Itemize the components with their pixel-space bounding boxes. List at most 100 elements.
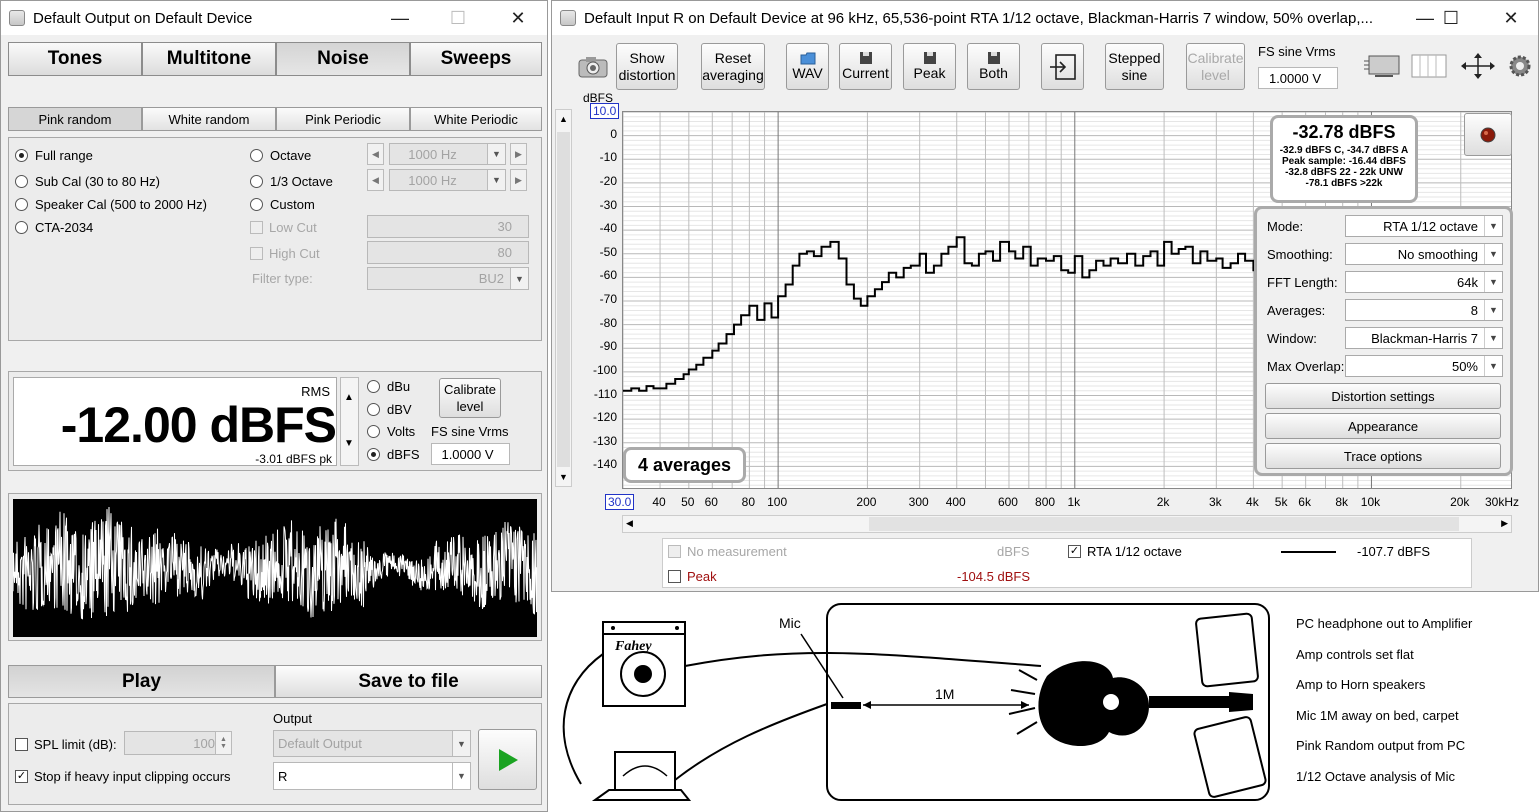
- scroll-up-icon[interactable]: ▲: [559, 114, 568, 124]
- fs-sine-input[interactable]: 1.0000 V: [1258, 67, 1338, 89]
- tab-noise[interactable]: Noise: [276, 42, 410, 76]
- wav-button[interactable]: WAV: [786, 43, 829, 90]
- peak-button[interactable]: Peak: [903, 43, 956, 90]
- scrollbar-thumb[interactable]: [557, 132, 570, 467]
- radio-dbv[interactable]: dBV: [367, 402, 412, 417]
- setting-select[interactable]: 64k ▼: [1345, 271, 1503, 293]
- layout-graph-icon[interactable]: [1363, 53, 1401, 79]
- stepped-sine-button[interactable]: Stepped sine: [1105, 43, 1164, 90]
- show-distortion-button[interactable]: Show distortion: [616, 43, 678, 90]
- tab-white-periodic[interactable]: White Periodic: [410, 107, 542, 131]
- calibrate-level-button[interactable]: Calibrate level: [439, 378, 501, 418]
- filter-type-select[interactable]: BU2: [367, 267, 529, 290]
- output-channel-select[interactable]: R: [273, 762, 471, 790]
- chevron-down-icon[interactable]: ▼: [1484, 272, 1502, 292]
- high-cut-input[interactable]: 80: [367, 241, 529, 264]
- radio-speaker-cal[interactable]: Speaker Cal (500 to 2000 Hz): [15, 197, 207, 212]
- save-to-file-button[interactable]: Save to file: [275, 665, 542, 698]
- horizontal-scrollbar[interactable]: ◀ ▶: [622, 515, 1512, 533]
- peak-checkbox[interactable]: Peak: [668, 569, 717, 584]
- vertical-scrollbar[interactable]: ▲ ▼: [555, 109, 572, 487]
- rta-checkbox[interactable]: ✓ RTA 1/12 octave: [1068, 544, 1182, 559]
- maximize-icon[interactable]: ☐: [435, 1, 481, 35]
- maximize-icon[interactable]: ☐: [1428, 1, 1474, 35]
- chevron-down-icon[interactable]: ▼: [1484, 244, 1502, 264]
- output-device-dropdown-icon[interactable]: ▼: [452, 731, 470, 756]
- spl-limit-checkbox[interactable]: SPL limit (dB):: [15, 737, 117, 752]
- setting-select[interactable]: 8 ▼: [1345, 299, 1503, 321]
- output-device-select[interactable]: Default Output: [273, 730, 471, 757]
- setting-select[interactable]: Blackman-Harris 7 ▼: [1345, 327, 1503, 349]
- setting-select[interactable]: No smoothing ▼: [1345, 243, 1503, 265]
- tab-sweeps[interactable]: Sweeps: [410, 42, 542, 76]
- trace-options-button[interactable]: Trace options: [1265, 443, 1501, 469]
- freq2-right-arrow[interactable]: ▶: [510, 169, 527, 191]
- radio-third-octave[interactable]: 1/3 Octave: [250, 174, 333, 189]
- fs-sine-input[interactable]: 1.0000 V: [431, 443, 510, 465]
- radio-octave[interactable]: Octave: [250, 148, 311, 163]
- tab-multitone[interactable]: Multitone: [142, 42, 276, 76]
- play-button[interactable]: [478, 729, 537, 790]
- radio-full-range[interactable]: Full range: [15, 148, 93, 163]
- record-button[interactable]: [1464, 113, 1512, 156]
- camera-icon[interactable]: [578, 55, 608, 79]
- spl-limit-input[interactable]: 100: [124, 731, 224, 755]
- low-cut-input[interactable]: 30: [367, 215, 529, 238]
- stop-clipping-checkbox[interactable]: ✓ Stop if heavy input clipping occurs: [15, 769, 231, 784]
- appearance-button[interactable]: Appearance: [1265, 413, 1501, 439]
- freq1-right-arrow[interactable]: ▶: [510, 143, 527, 165]
- scroll-down-icon[interactable]: ▼: [559, 472, 568, 482]
- scrollbar-thumb[interactable]: [869, 517, 1459, 531]
- close-icon[interactable]: ✕: [1488, 1, 1534, 35]
- scroll-left-icon[interactable]: ◀: [626, 518, 633, 529]
- setting-row: Window: Blackman-Harris 7 ▼: [1267, 327, 1503, 351]
- radio-dbfs[interactable]: dBFS: [367, 447, 420, 462]
- filter-type-dropdown-icon[interactable]: ▼: [510, 268, 528, 289]
- y-top-label[interactable]: 10.0: [590, 103, 620, 119]
- chevron-down-icon[interactable]: ▼: [1484, 300, 1502, 320]
- current-button[interactable]: Current: [839, 43, 892, 90]
- chevron-down-icon[interactable]: ▼: [1484, 216, 1502, 236]
- distortion-settings-button[interactable]: Distortion settings: [1265, 383, 1501, 409]
- radio-dbu[interactable]: dBu: [367, 379, 410, 394]
- output-titlebar: Default Output on Default Device — ☐ ✕: [1, 1, 547, 35]
- tab-pink-random[interactable]: Pink random: [8, 107, 142, 131]
- calibrate-level-button[interactable]: Calibrate level: [1186, 43, 1245, 90]
- both-button[interactable]: Both: [967, 43, 1020, 90]
- spl-limit-spinner[interactable]: ▲ ▼: [215, 731, 232, 755]
- scroll-up-icon[interactable]: ▲: [344, 392, 354, 403]
- freq1-dropdown-icon[interactable]: ▼: [487, 144, 505, 164]
- reset-averaging-button[interactable]: Reset averaging: [701, 43, 765, 90]
- tab-white-random[interactable]: White random: [142, 107, 276, 131]
- tab-tones[interactable]: Tones: [8, 42, 142, 76]
- level-scrollbar[interactable]: ▲ ▼: [340, 377, 359, 466]
- tab-pink-periodic[interactable]: Pink Periodic: [276, 107, 410, 131]
- minimize-icon[interactable]: —: [377, 1, 423, 35]
- freq1-left-arrow[interactable]: ◀: [367, 143, 384, 165]
- freq2-left-arrow[interactable]: ◀: [367, 169, 384, 191]
- export-button[interactable]: [1041, 43, 1084, 90]
- chevron-down-icon[interactable]: ▼: [1484, 356, 1502, 376]
- x-first-label[interactable]: 30.0: [605, 494, 635, 510]
- scroll-right-icon[interactable]: ▶: [1501, 518, 1508, 529]
- horn-speaker-top: [1195, 612, 1259, 688]
- radio-cta-2034[interactable]: CTA-2034: [15, 220, 93, 235]
- peak-label: Peak: [913, 65, 946, 81]
- high-cut-checkbox[interactable]: High Cut: [250, 246, 320, 261]
- freq2-dropdown-icon[interactable]: ▼: [487, 170, 505, 190]
- layout-columns-icon[interactable]: [1410, 53, 1448, 79]
- output-channel-dropdown-icon[interactable]: ▼: [452, 763, 470, 789]
- close-icon[interactable]: ✕: [495, 1, 541, 35]
- radio-custom[interactable]: Custom: [250, 197, 315, 212]
- play-tab-button[interactable]: Play: [8, 665, 275, 698]
- low-cut-checkbox[interactable]: Low Cut: [250, 220, 317, 235]
- scroll-down-icon[interactable]: ▼: [344, 438, 354, 449]
- radio-volts[interactable]: Volts: [367, 424, 415, 439]
- setting-select[interactable]: RTA 1/12 octave ▼: [1345, 215, 1503, 237]
- setting-select[interactable]: 50% ▼: [1345, 355, 1503, 377]
- no-measurement-checkbox[interactable]: No measurement: [668, 544, 787, 559]
- radio-sub-cal[interactable]: Sub Cal (30 to 80 Hz): [15, 174, 160, 189]
- chevron-down-icon[interactable]: ▼: [1484, 328, 1502, 348]
- gear-icon[interactable]: [1508, 54, 1532, 78]
- move-arrows-icon[interactable]: [1460, 52, 1496, 80]
